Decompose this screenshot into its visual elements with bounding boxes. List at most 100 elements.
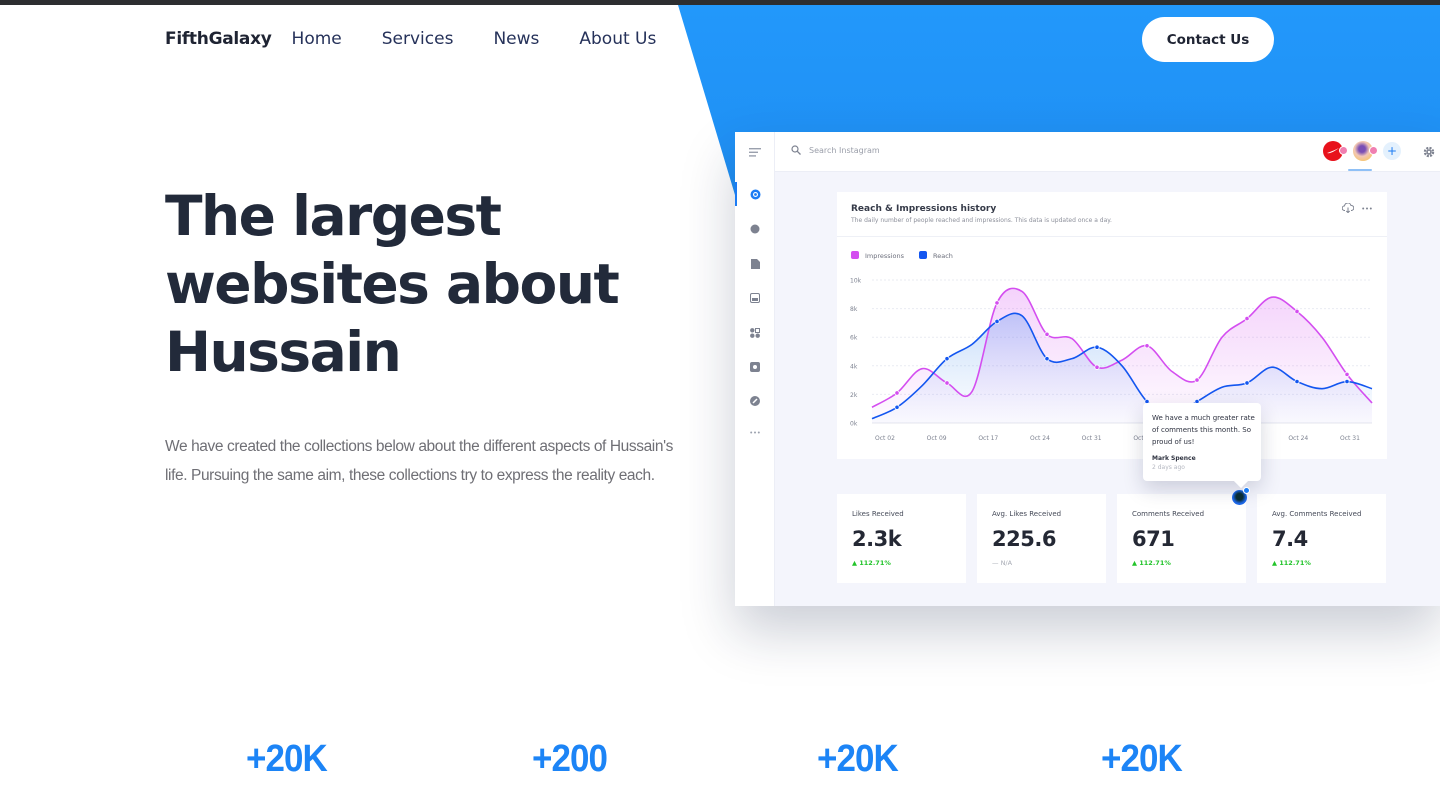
point-impressions — [1144, 343, 1150, 349]
y-tick-label: 4k — [850, 363, 858, 370]
brand-logo[interactable]: FifthGalaxy — [165, 29, 272, 49]
chart-card-header: Reach & Impressions history The daily nu… — [837, 192, 1387, 237]
stat-change: ▲ 112.71% — [1132, 559, 1171, 567]
add-account-button[interactable]: + — [1383, 142, 1401, 160]
chart-subtitle: The daily number of people reached and i… — [851, 217, 1112, 224]
tooltip-time: 2 days ago — [1152, 464, 1185, 471]
stat-card-comments: Comments Received 671 ▲ 112.71% — [1117, 494, 1246, 583]
compass-icon[interactable] — [749, 395, 761, 407]
stats-row: +20K +200 +20K +20K — [0, 738, 1440, 788]
camera-icon[interactable] — [749, 361, 761, 373]
hero-title-line: The largest — [165, 184, 502, 248]
stat-number: +20K — [246, 738, 328, 780]
stat-card-likes: Likes Received 2.3k ▲ 112.71% — [837, 494, 966, 583]
reach-impressions-chart: Impressions Reach 0k 2k 4k 6k 8k 10k Oct 02 Oct 0… — [850, 251, 1373, 442]
chat-icon[interactable] — [749, 223, 761, 235]
tooltip-message: We have a much greater rate of comments … — [1152, 414, 1255, 446]
nav-link-about-us[interactable]: About Us — [579, 29, 656, 49]
main-nav: FifthGalaxy Home Services News About Us — [165, 28, 656, 50]
x-tick-label: Oct 17 — [978, 435, 998, 442]
cloud-download-icon[interactable] — [1342, 203, 1354, 213]
legend-swatch-impressions — [851, 251, 859, 259]
point-impressions — [994, 300, 1000, 306]
x-tick-label: Oct 24 — [1288, 435, 1308, 442]
instagram-badge-icon — [1339, 146, 1348, 155]
dashboard-icon[interactable] — [749, 188, 761, 200]
active-account-underline — [1348, 169, 1372, 171]
tooltip-author: Mark Spence — [1152, 455, 1196, 462]
stat-value: 671 — [1132, 527, 1175, 551]
stat-change: — N/A — [992, 559, 1013, 567]
notification-badge — [1243, 487, 1250, 494]
y-tick-label: 6k — [850, 335, 858, 342]
sidebar-active-indicator — [735, 182, 737, 206]
point-reach — [1294, 378, 1300, 385]
point-impressions — [1294, 308, 1300, 315]
stat-card-avg-likes: Avg. Likes Received 225.6 — N/A — [977, 494, 1106, 583]
instagram-badge-icon — [1369, 146, 1378, 155]
user-account-avatar[interactable] — [1353, 141, 1378, 161]
hero-description-line: We have created the collections below ab… — [165, 438, 673, 455]
hero-description-line: life. Pursuing the same aim, these colle… — [165, 467, 655, 484]
stat-number: +200 — [532, 738, 608, 780]
point-impressions — [894, 390, 900, 396]
legend-label-reach: Reach — [933, 252, 953, 260]
stat-number: +20K — [817, 738, 899, 780]
stat-label: Avg. Likes Received — [992, 510, 1062, 518]
nav-link-home[interactable]: Home — [292, 29, 342, 49]
document-icon[interactable] — [749, 258, 761, 270]
stat-value: 2.3k — [852, 527, 902, 551]
search-input[interactable]: Search Instagram — [809, 146, 880, 155]
menu-icon[interactable] — [749, 146, 761, 158]
point-reach — [894, 404, 900, 410]
stat-change: ▲ 112.71% — [852, 559, 891, 567]
dashboard-mockup: Search Instagram + Reach & Impressions h… — [735, 132, 1440, 606]
point-reach — [1244, 380, 1250, 386]
point-impressions — [1244, 316, 1250, 322]
y-tick-label: 10k — [850, 278, 862, 285]
x-tick-label: Oct 09 — [927, 435, 947, 442]
point-reach — [1044, 356, 1050, 362]
x-tick-label: Oct 31 — [1082, 435, 1102, 442]
nav-link-news[interactable]: News — [493, 29, 539, 49]
point-impressions — [1194, 377, 1200, 383]
stat-change: ▲ 112.71% — [1272, 559, 1311, 567]
dashboard-topbar: Search Instagram + — [775, 132, 1440, 172]
y-tick-label: 8k — [850, 306, 858, 313]
contact-us-button[interactable]: Contact Us — [1142, 17, 1274, 62]
point-reach — [1094, 344, 1100, 350]
stat-number: +20K — [1101, 738, 1183, 780]
dashboard-sidebar — [735, 132, 775, 606]
stat-label: Avg. Comments Received — [1272, 510, 1362, 518]
point-reach — [994, 318, 1000, 325]
more-options-icon[interactable] — [1362, 207, 1372, 210]
point-reach — [944, 356, 950, 362]
hero-title-line: Hussain — [165, 320, 402, 384]
apps-icon[interactable] — [749, 327, 761, 339]
media-icon[interactable] — [749, 292, 761, 304]
x-tick-label: Oct 31 — [1340, 435, 1360, 442]
reach-impressions-card: Reach & Impressions history The daily nu… — [837, 192, 1387, 459]
y-tick-label: 0k — [850, 421, 858, 428]
nike-swoosh-icon — [1327, 148, 1339, 154]
comment-tooltip: We have a much greater rate of comments … — [1143, 403, 1261, 481]
point-impressions — [1344, 371, 1350, 377]
hero-title-line: websites about — [165, 252, 620, 316]
x-tick-label: Oct 02 — [875, 435, 895, 442]
legend-label-impressions: Impressions — [865, 252, 905, 260]
nav-link-services[interactable]: Services — [382, 29, 454, 49]
stat-label: Comments Received — [1132, 510, 1205, 518]
more-icon[interactable] — [749, 426, 761, 438]
point-impressions — [1044, 331, 1050, 337]
hero-description: We have created the collections below ab… — [165, 432, 695, 490]
nike-account-avatar[interactable] — [1323, 141, 1348, 161]
stat-card-avg-comments: Avg. Comments Received 7.4 ▲ 112.71% — [1257, 494, 1386, 583]
stat-value: 225.6 — [992, 527, 1056, 551]
legend-swatch-reach — [919, 251, 927, 259]
search-bar[interactable]: Search Instagram — [791, 145, 880, 155]
chart-title: Reach & Impressions history — [851, 204, 997, 214]
point-impressions — [1094, 364, 1100, 370]
point-impressions — [944, 380, 950, 386]
point-reach — [1344, 378, 1350, 385]
gear-icon[interactable] — [1423, 146, 1435, 158]
